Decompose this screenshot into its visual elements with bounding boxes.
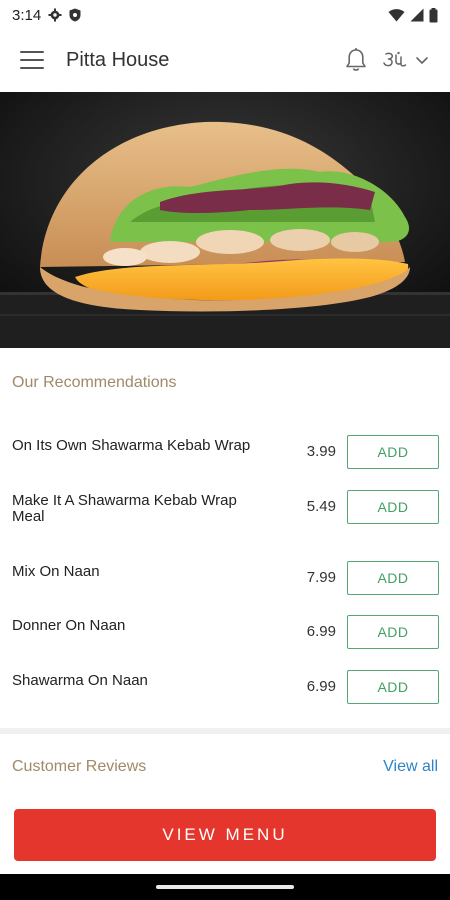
signal-icon [410, 8, 424, 22]
menu-item-name: Shawarma On Naan [12, 672, 148, 689]
view-all-reviews-link[interactable]: View all [383, 758, 438, 776]
language-icon [383, 51, 407, 67]
menu-item-row: Donner On Naan 6.99 ADD [0, 612, 450, 652]
recommendations-heading: Our Recommendations [12, 374, 177, 391]
home-gesture-handle[interactable] [156, 885, 294, 889]
menu-icon[interactable] [20, 51, 44, 69]
shawarma-wrap-image [0, 92, 450, 348]
menu-item-price: 5.49 [306, 498, 336, 515]
menu-item-price: 6.99 [306, 678, 336, 695]
language-selector[interactable] [382, 49, 430, 71]
reviews-heading: Customer Reviews [12, 758, 147, 775]
app-title: Pitta House [66, 48, 170, 71]
add-button[interactable]: ADD [347, 615, 439, 649]
menu-item-price: 6.99 [306, 623, 336, 640]
add-button[interactable]: ADD [347, 490, 439, 524]
hero-image [0, 92, 450, 348]
add-button[interactable]: ADD [347, 435, 439, 469]
system-nav-bar [0, 874, 450, 900]
app-bar: Pitta House [0, 30, 450, 90]
menu-item-row: Mix On Naan 7.99 ADD [0, 558, 450, 598]
menu-item-name: Donner On Naan [12, 617, 126, 634]
menu-item-row: Shawarma On Naan 6.99 ADD [0, 667, 450, 707]
wifi-icon [388, 8, 405, 21]
chevron-down-icon [416, 57, 428, 64]
menu-item-row: On Its Own Shawarma Kebab Wrap 3.99 ADD [0, 432, 450, 472]
view-menu-button[interactable]: VIEW MENU [14, 809, 436, 861]
status-time: 3:14 [12, 6, 42, 24]
notifications-button[interactable] [344, 47, 368, 73]
menu-item-name: Mix On Naan [12, 563, 100, 580]
menu-item-row: Make It A Shawarma Kebab Wrap Meal 5.49 … [0, 487, 450, 527]
bell-icon [346, 48, 366, 71]
add-button[interactable]: ADD [347, 670, 439, 704]
menu-item-name: On Its Own Shawarma Kebab Wrap [12, 437, 251, 454]
section-divider [0, 728, 450, 734]
shield-icon [69, 8, 81, 22]
menu-item-name: Make It A Shawarma Kebab Wrap Meal [12, 492, 237, 525]
battery-icon [429, 7, 438, 22]
menu-item-price: 3.99 [306, 443, 336, 460]
gear-icon [48, 8, 62, 22]
status-bar: 3:14 [0, 0, 450, 30]
menu-item-price: 7.99 [306, 569, 336, 586]
add-button[interactable]: ADD [347, 561, 439, 595]
